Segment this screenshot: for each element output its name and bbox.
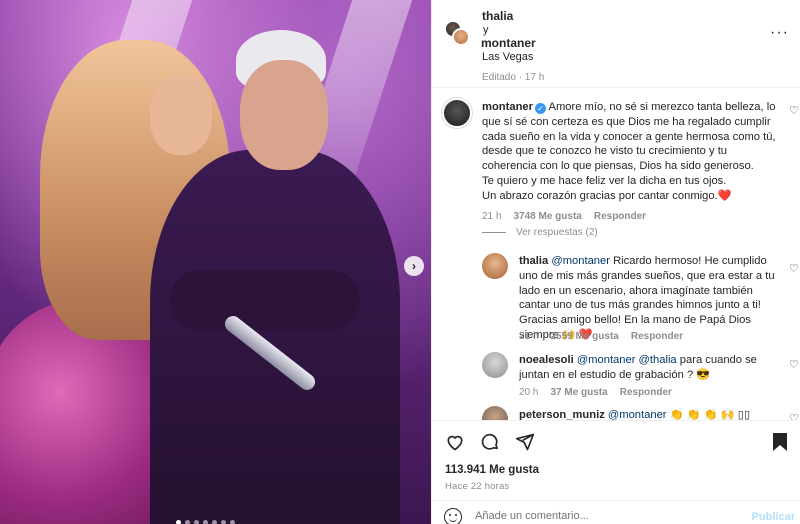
comment-time[interactable]: 21 h: [519, 331, 538, 342]
comment-input[interactable]: [475, 510, 735, 522]
username-link[interactable]: noealesoli: [519, 354, 574, 366]
comment-text: peterson_muniz @montaner 👏 👏 👏 🙌 ▯▯: [519, 408, 781, 420]
photo-shape: [170, 270, 360, 330]
avatar[interactable]: [442, 98, 472, 128]
avatar[interactable]: [482, 406, 508, 420]
carousel-dot: [203, 520, 208, 524]
comment: noealesoli @montaner @thalia para cuando…: [482, 352, 799, 402]
username-link[interactable]: thalia: [519, 255, 548, 267]
photo-shape: [150, 150, 400, 524]
likes-count[interactable]: 113.941 Me gusta: [445, 464, 539, 476]
username-link[interactable]: montaner: [482, 101, 533, 113]
carousel-dot: [194, 520, 199, 524]
comment-text: thalia @montaner Ricardo hermoso! He cum…: [519, 254, 781, 343]
comment-time[interactable]: 20 h: [519, 387, 538, 398]
emoji-icon[interactable]: [444, 508, 462, 524]
location-link[interactable]: Las Vegas: [482, 51, 533, 63]
view-replies-button[interactable]: Ver respuestas (2): [482, 227, 598, 238]
like-comment-icon[interactable]: ♡: [789, 358, 799, 371]
post-details-pane: thalia y montaner Las Vegas ··· Editado …: [431, 0, 800, 524]
avatar[interactable]: [482, 253, 508, 279]
photo-shape: [240, 60, 328, 170]
carousel-dot: [221, 520, 226, 524]
carousel-dot: [212, 520, 217, 524]
reply-button[interactable]: Responder: [620, 387, 672, 398]
collab-conjunction: y: [483, 24, 489, 36]
username-link[interactable]: montaner: [481, 36, 536, 50]
post-time[interactable]: Hace 22 horas: [445, 481, 509, 492]
mention-link[interactable]: @montaner: [551, 255, 610, 267]
comment-meta: 21 h 3748 Me gusta Responder: [482, 211, 646, 222]
caption-text: montaner ✓ Amore mío, no sé si merezco ta…: [482, 100, 777, 204]
like-icon[interactable]: [444, 431, 466, 453]
comment-meta: 21 h 2559 Me gusta Responder: [519, 331, 683, 342]
carousel-dot: [176, 520, 181, 524]
comment-text: noealesoli @montaner @thalia para cuando…: [519, 353, 781, 383]
reply-button[interactable]: Responder: [631, 331, 683, 342]
username-link[interactable]: thalia: [482, 9, 513, 23]
edited-label: Editado · 17 h: [482, 72, 545, 83]
comment-likes[interactable]: 3748 Me gusta: [513, 211, 581, 222]
view-replies-label: Ver respuestas (2): [516, 227, 598, 238]
photo-shape: [150, 75, 212, 155]
comments-list[interactable]: montaner ✓ Amore mío, no sé si merezco ta…: [432, 88, 800, 420]
carousel-dot: [230, 520, 235, 524]
action-icons: [444, 431, 536, 453]
like-comment-icon[interactable]: ♡: [789, 104, 799, 117]
carousel-dots: [176, 520, 235, 524]
reply-button[interactable]: Responder: [594, 211, 646, 222]
post-photo[interactable]: ›: [0, 0, 431, 524]
like-comment-icon[interactable]: ♡: [789, 262, 799, 275]
like-comment-icon[interactable]: ♡: [789, 412, 799, 420]
comment: thalia @montaner Ricardo hermoso! He cum…: [482, 252, 799, 347]
post-header: thalia y montaner Las Vegas ···: [432, 0, 800, 70]
comment: peterson_muniz @montaner 👏 👏 👏 🙌 ▯▯ ♡: [482, 406, 799, 420]
next-photo-button[interactable]: ›: [404, 256, 424, 276]
publish-button[interactable]: Publicar: [752, 511, 795, 523]
avatar[interactable]: [452, 28, 470, 46]
share-icon[interactable]: [514, 431, 536, 453]
collab-avatars[interactable]: [444, 20, 470, 46]
save-icon[interactable]: [769, 431, 791, 453]
caption: montaner ✓ Amore mío, no sé si merezco ta…: [442, 98, 799, 228]
username-link[interactable]: peterson_muniz: [519, 409, 605, 420]
caption-body: Te quiero y me hace feliz ver la dicha e…: [482, 174, 727, 187]
mention-link[interactable]: @montaner @thalia: [577, 354, 677, 366]
more-horizontal-icon[interactable]: ···: [770, 24, 789, 42]
comment-body: 👏 👏 👏 🙌 ▯▯: [669, 409, 751, 420]
divider: [482, 232, 506, 233]
comment-time[interactable]: 21 h: [482, 211, 501, 222]
mention-link[interactable]: @montaner: [608, 409, 667, 420]
comment-body: Ricardo hermoso! He cumplido uno de mis …: [519, 255, 775, 341]
caption-body: Un abrazo corazón gracias por cantar con…: [482, 189, 732, 202]
comment-likes[interactable]: 37 Me gusta: [550, 387, 607, 398]
verified-badge-icon: ✓: [534, 103, 546, 114]
carousel-dot: [185, 520, 190, 524]
add-comment-row: Publicar: [432, 500, 800, 524]
comment-meta: 20 h 37 Me gusta Responder: [519, 387, 672, 398]
post-actions: 113.941 Me gusta Hace 22 horas Publicar: [432, 420, 800, 524]
comment-likes[interactable]: 2559 Me gusta: [550, 331, 618, 342]
comment-icon[interactable]: [479, 431, 501, 453]
avatar[interactable]: [482, 352, 508, 378]
